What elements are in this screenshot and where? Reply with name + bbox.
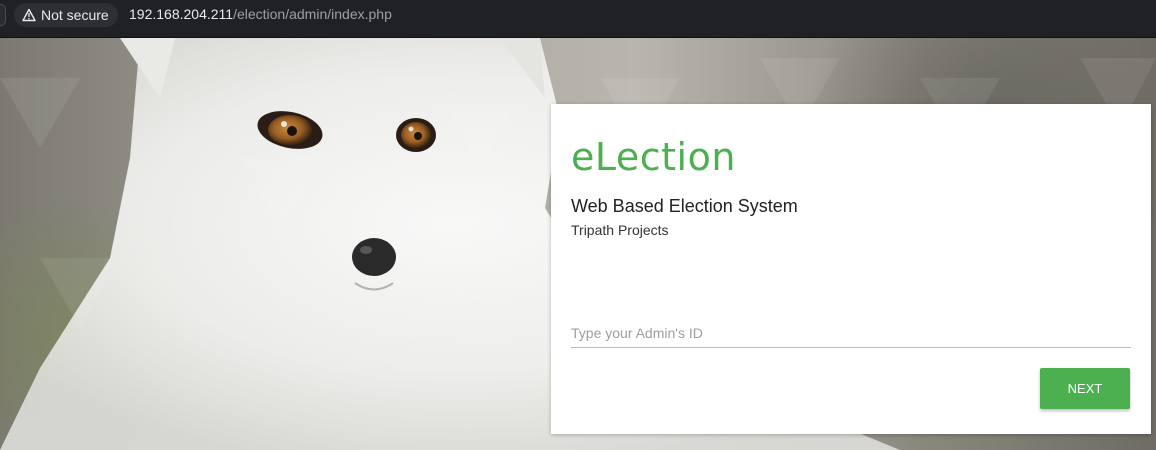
- organization-label: Tripath Projects: [571, 222, 669, 238]
- login-card: eLection Web Based Election System Tripa…: [551, 104, 1151, 434]
- url-host: 192.168.204.211: [129, 6, 234, 22]
- warning-triangle-icon: [22, 8, 36, 22]
- admin-id-input[interactable]: [571, 318, 1131, 348]
- next-button[interactable]: NEXT: [1040, 368, 1130, 409]
- page-viewport: eLection Web Based Election System Tripa…: [0, 38, 1156, 450]
- browser-address-bar: Not secure 192.168.204.211/election/admi…: [0, 0, 1156, 38]
- security-label: Not secure: [41, 7, 109, 23]
- url-field[interactable]: 192.168.204.211/election/admin/index.php: [129, 6, 392, 22]
- url-path: /election/admin/index.php: [233, 6, 392, 22]
- back-button-edge[interactable]: [0, 4, 6, 26]
- brand-title: eLection: [571, 135, 736, 179]
- security-indicator[interactable]: Not secure: [14, 3, 118, 27]
- system-subtitle: Web Based Election System: [571, 196, 798, 216]
